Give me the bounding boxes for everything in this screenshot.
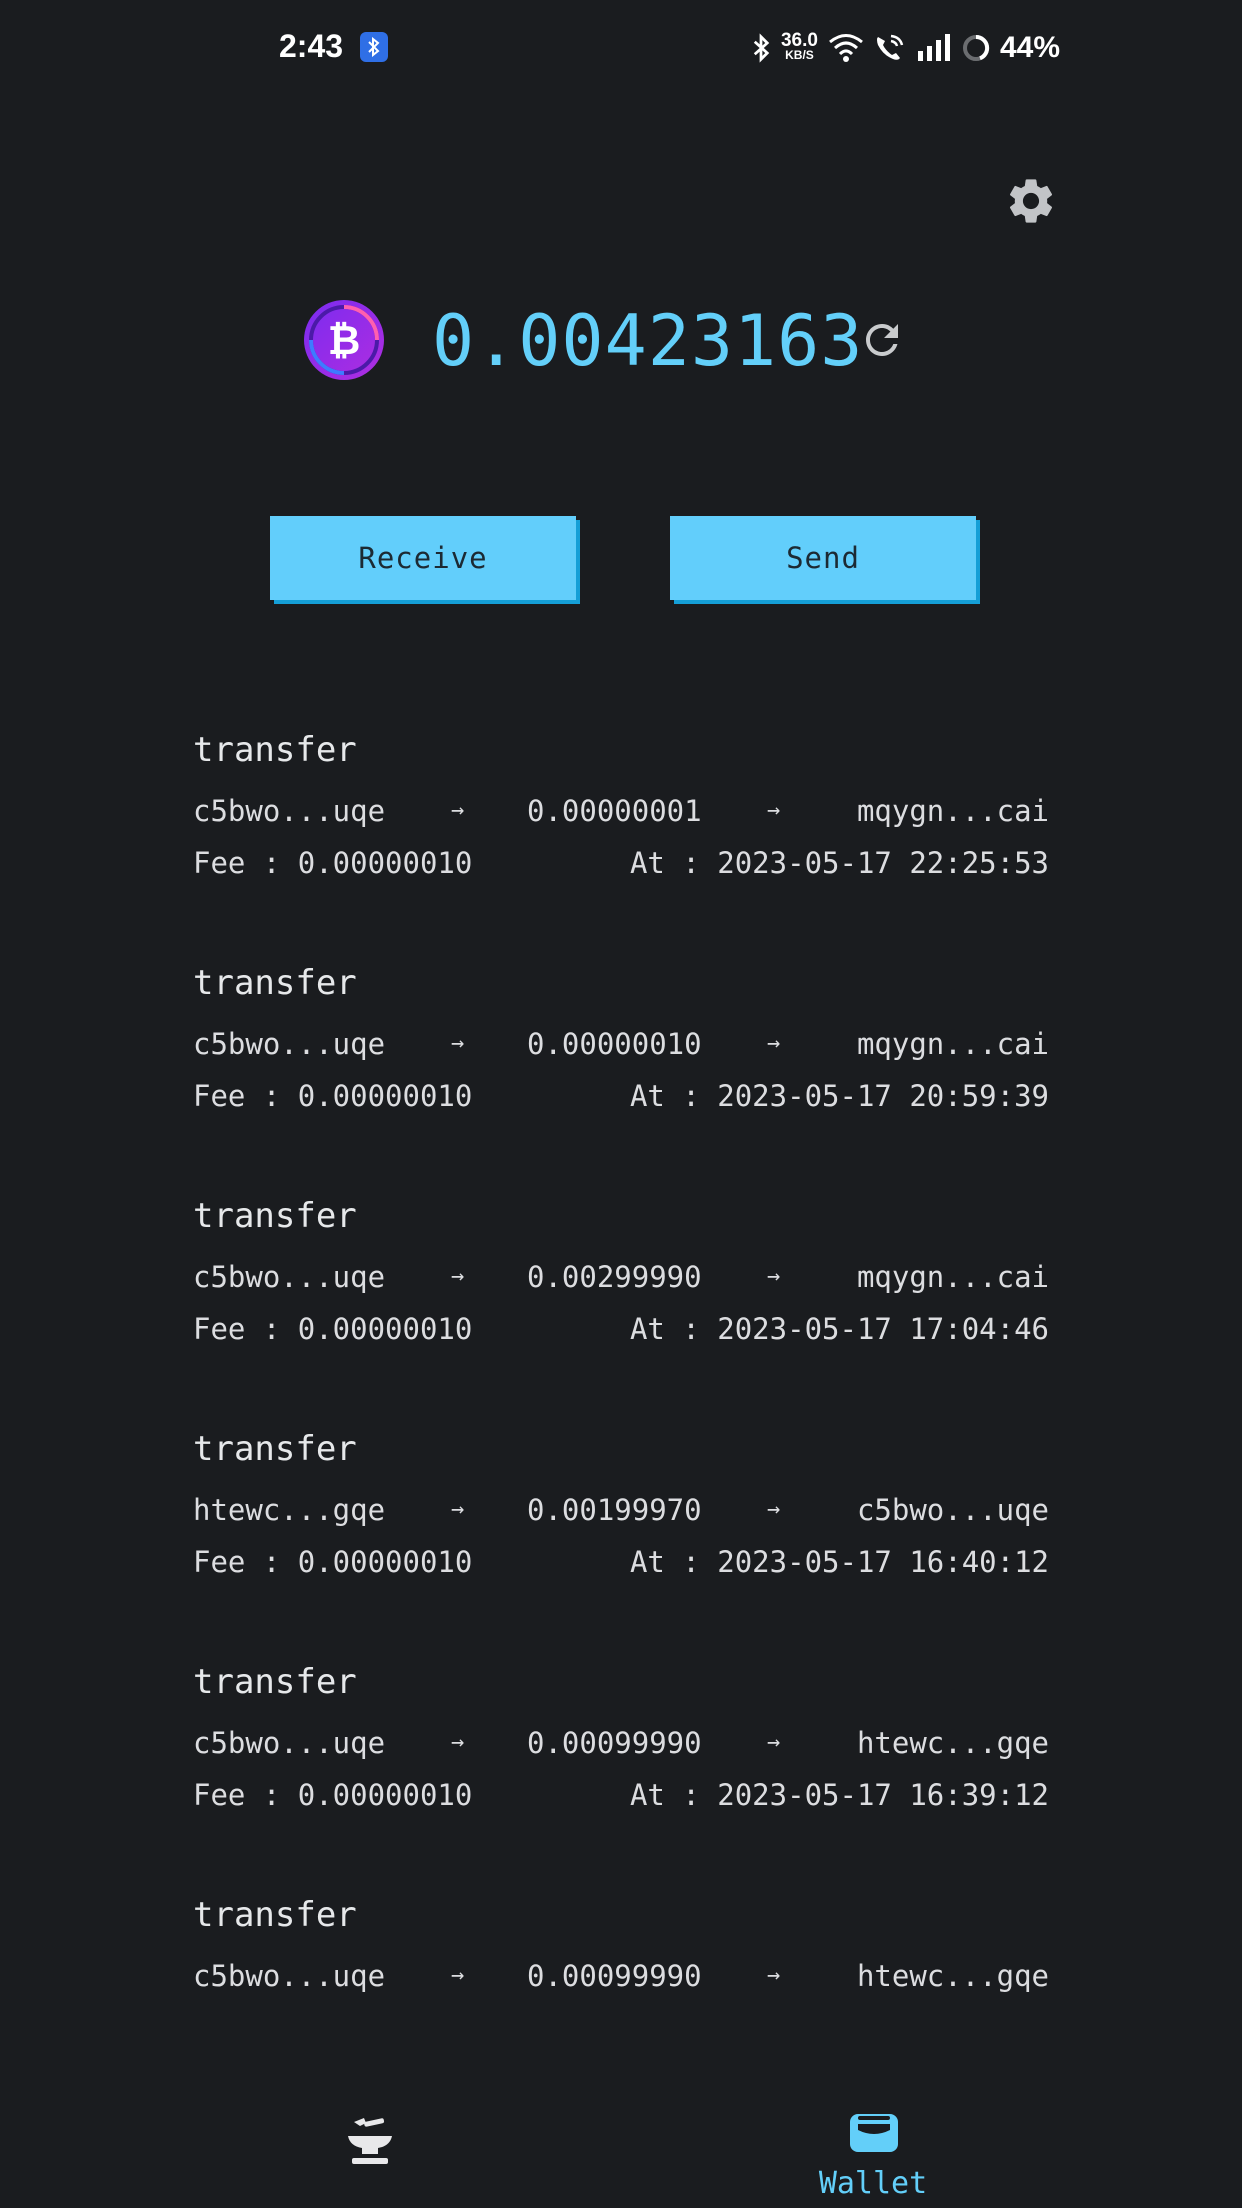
- transaction-fee: Fee : 0.00000010: [193, 1545, 473, 1579]
- anvil-icon: [348, 2118, 392, 2164]
- status-icons: 36.0 KB/S 44%: [751, 26, 1060, 70]
- transaction-to: mqygn...cai: [856, 794, 1049, 828]
- transaction-item[interactable]: transfer c5bwo...uqe → 0.00099990 → htew…: [193, 1660, 1049, 1893]
- arrow-right-icon: →: [451, 1497, 465, 1522]
- transaction-amount: 0.00000001: [527, 794, 702, 828]
- arrow-right-icon: →: [451, 1963, 465, 1988]
- network-speed: 36.0 KB/S: [780, 30, 818, 62]
- battery-percentage: 44%: [999, 31, 1060, 64]
- arrow-right-icon: →: [767, 1031, 781, 1056]
- transaction-type: transfer: [193, 1429, 357, 1469]
- wallet-icon: [850, 2114, 898, 2152]
- transaction-type: transfer: [193, 1662, 357, 1702]
- transaction-fee: Fee : 0.00000010: [193, 1778, 473, 1812]
- arrow-right-icon: →: [451, 1730, 465, 1755]
- status-bar: 2:43 36.0 KB/S 44%: [0, 0, 1242, 96]
- transaction-fee: Fee : 0.00000010: [193, 1312, 473, 1346]
- transaction-from: c5bwo...uqe: [193, 1260, 386, 1294]
- arrow-right-icon: →: [451, 798, 465, 823]
- transaction-fee: Fee : 0.00000010: [193, 846, 473, 880]
- transaction-from: htewc...gqe: [193, 1493, 386, 1527]
- wifi-call-icon: [876, 34, 904, 60]
- arrow-right-icon: →: [767, 798, 781, 823]
- arrow-right-icon: →: [767, 1730, 781, 1755]
- transaction-time: At : 2023-05-17 20:59:39: [629, 1079, 1049, 1113]
- transaction-time: At : 2023-05-17 17:04:46: [629, 1312, 1049, 1346]
- transaction-item[interactable]: transfer c5bwo...uqe → 0.00299990 → mqyg…: [193, 1194, 1049, 1427]
- svg-text:₿: ₿: [328, 318, 361, 364]
- battery-icon: [962, 34, 990, 61]
- transaction-from: c5bwo...uqe: [193, 1726, 386, 1760]
- status-time: 2:43: [279, 28, 344, 64]
- receive-button[interactable]: Receive: [270, 516, 576, 600]
- network-speed-unit: KB/S: [785, 48, 814, 62]
- transaction-to: c5bwo...uqe: [856, 1493, 1049, 1527]
- transaction-amount: 0.00199970: [527, 1493, 702, 1527]
- wifi-icon: [829, 34, 863, 62]
- arrow-right-icon: →: [767, 1497, 781, 1522]
- refresh-button[interactable]: [858, 316, 906, 364]
- transaction-to: htewc...gqe: [856, 1726, 1049, 1760]
- transaction-list[interactable]: transfer c5bwo...uqe → 0.00000001 → mqyg…: [193, 728, 1049, 2126]
- transaction-item[interactable]: transfer c5bwo...uqe → 0.00000010 → mqyg…: [193, 961, 1049, 1194]
- transaction-to: mqygn...cai: [856, 1027, 1049, 1061]
- transaction-item[interactable]: transfer c5bwo...uqe → 0.00000001 → mqyg…: [193, 728, 1049, 961]
- network-speed-value: 36.0: [780, 30, 818, 51]
- settings-button[interactable]: [1004, 174, 1058, 228]
- transaction-from: c5bwo...uqe: [193, 1027, 386, 1061]
- bluetooth-icon: [753, 33, 770, 63]
- refresh-icon: [866, 324, 898, 356]
- transaction-time: At : 2023-05-17 16:39:12: [629, 1778, 1049, 1812]
- nav-mine-tab[interactable]: [340, 2112, 400, 2172]
- transaction-type: transfer: [193, 1196, 357, 1236]
- bluetooth-notification-icon: [360, 32, 388, 62]
- gear-icon: [1009, 179, 1053, 223]
- transaction-from: c5bwo...uqe: [193, 794, 386, 828]
- transaction-time: At : 2023-05-17 22:25:53: [629, 846, 1049, 880]
- transaction-to: mqygn...cai: [856, 1260, 1049, 1294]
- transaction-type: transfer: [193, 963, 357, 1003]
- transaction-time: At : 2023-05-17 16:40:12: [629, 1545, 1049, 1579]
- arrow-right-icon: →: [451, 1264, 465, 1289]
- transaction-amount: 0.00000010: [527, 1027, 702, 1061]
- transaction-fee: Fee : 0.00000010: [193, 1079, 473, 1113]
- transaction-amount: 0.00299990: [527, 1260, 702, 1294]
- nav-wallet-label: Wallet: [818, 2166, 928, 2201]
- wallet-balance: 0.00423163: [432, 300, 864, 382]
- arrow-right-icon: →: [451, 1031, 465, 1056]
- transaction-amount: 0.00099990: [527, 1959, 702, 1993]
- transaction-amount: 0.00099990: [527, 1726, 702, 1760]
- transaction-to: htewc...gqe: [856, 1959, 1049, 1993]
- arrow-right-icon: →: [767, 1264, 781, 1289]
- bitcoin-logo: ₿: [302, 298, 386, 382]
- bitcoin-icon: ₿: [304, 300, 384, 380]
- transaction-type: transfer: [193, 730, 357, 770]
- transaction-type: transfer: [193, 1895, 357, 1935]
- transaction-from: c5bwo...uqe: [193, 1959, 386, 1993]
- transaction-item[interactable]: transfer htewc...gqe → 0.00199970 → c5bw…: [193, 1427, 1049, 1660]
- bottom-navigation: Wallet: [0, 2080, 1242, 2208]
- arrow-right-icon: →: [767, 1963, 781, 1988]
- send-button[interactable]: Send: [670, 516, 976, 600]
- signal-icon: [917, 34, 950, 61]
